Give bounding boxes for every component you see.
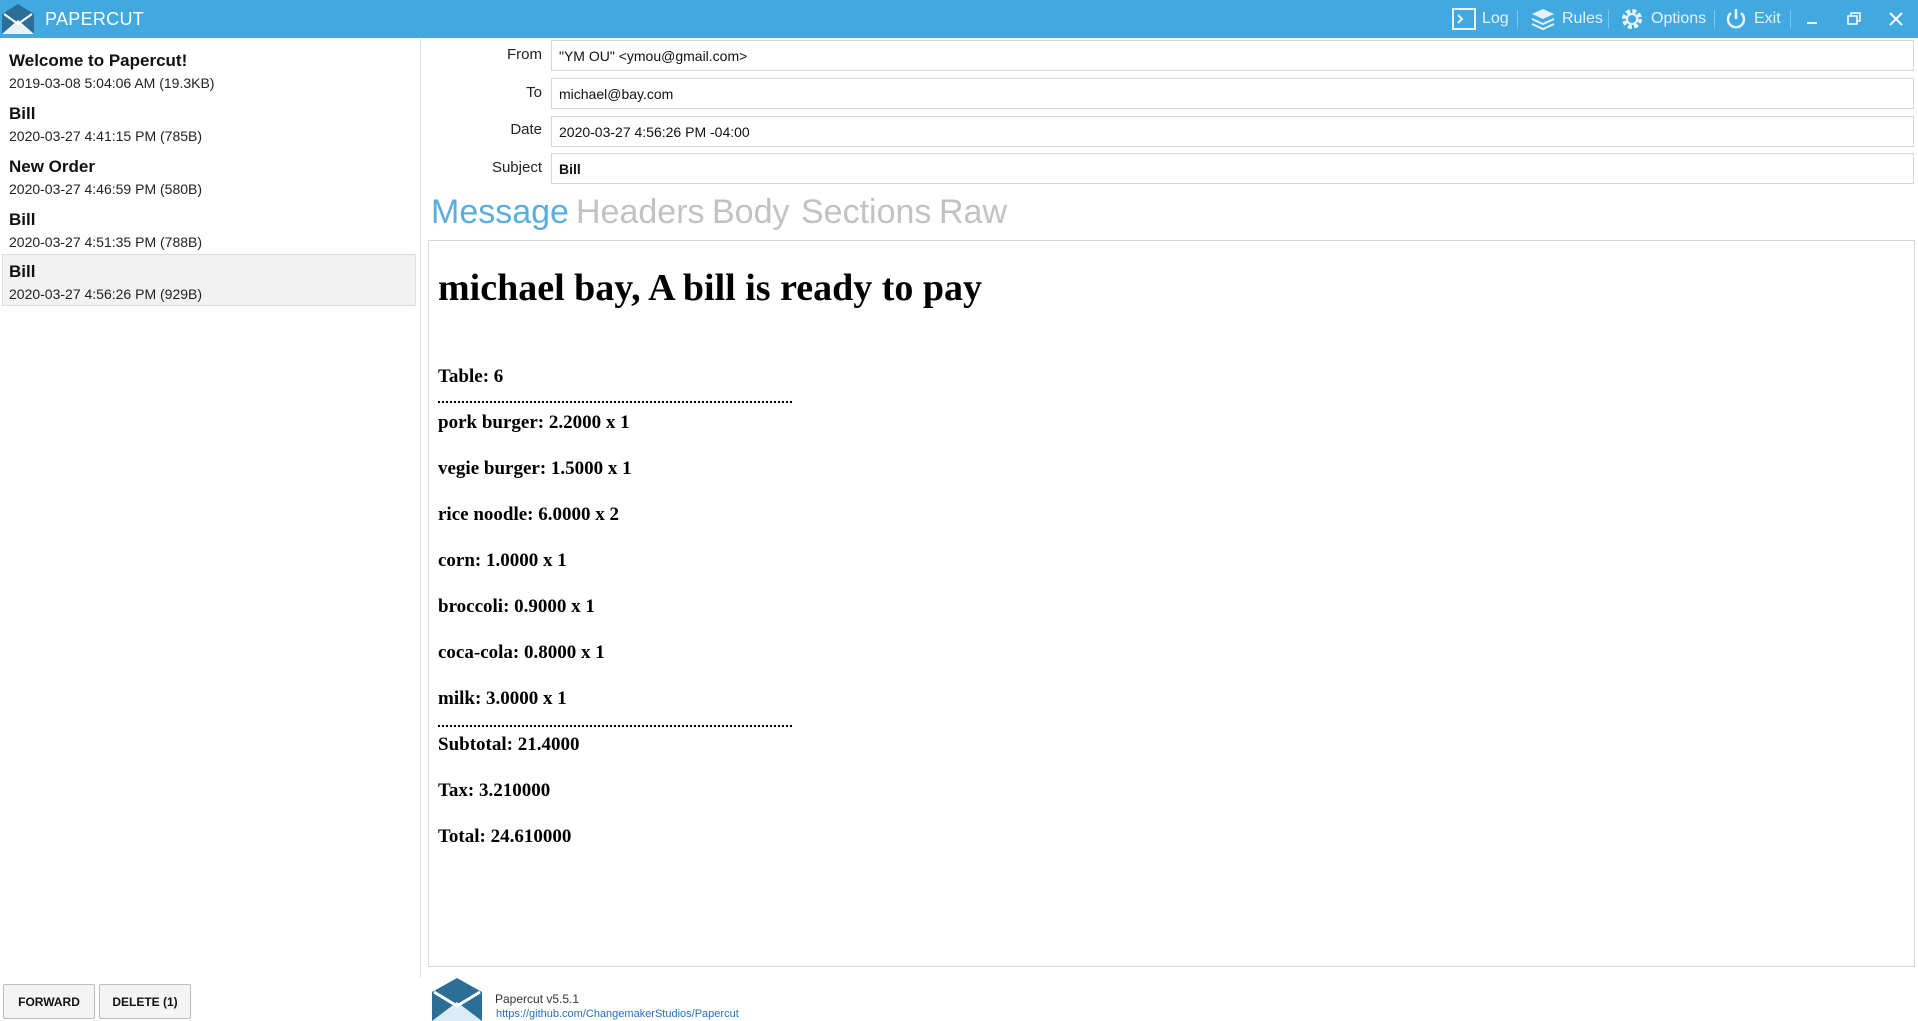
list-item-selected[interactable]: Bill 2020-03-27 4:56:26 PM (929B) [2, 254, 416, 306]
rules-label: Rules [1562, 10, 1603, 27]
total-line: Total: 24.610000 [438, 826, 572, 847]
version-label: Papercut v5.5.1 [495, 992, 580, 1006]
options-label: Options [1651, 10, 1707, 27]
message-meta: 2020-03-27 4:41:15 PM (785B) [9, 128, 203, 144]
tax-line: Tax: 3.210000 [438, 780, 551, 801]
exit-button[interactable]: Exit [1724, 6, 1781, 32]
layers-icon [1531, 9, 1555, 31]
message-meta: 2020-03-27 4:46:59 PM (580B) [9, 181, 203, 197]
message-subject: Bill [9, 210, 36, 229]
date-field[interactable]: 2020-03-27 4:56:26 PM -04:00 [551, 116, 1914, 147]
message-meta: 2020-03-27 4:56:26 PM (929B) [9, 286, 203, 302]
message-subject: Welcome to Papercut! [9, 51, 188, 70]
date-label: Date [510, 121, 542, 138]
exit-label: Exit [1754, 10, 1781, 27]
list-item[interactable]: Welcome to Papercut! 2019-03-08 5:04:06 … [2, 43, 416, 95]
bill-item: rice noodle: 6.0000 x 2 [438, 504, 620, 525]
tab-headers[interactable]: Headers [576, 193, 705, 232]
github-link[interactable]: https://github.com/ChangemakerStudios/Pa… [496, 1008, 739, 1020]
divider [1517, 10, 1518, 28]
subject-label: Subject [491, 159, 542, 176]
message-body: michael bay, A bill is ready to pay Tabl… [428, 240, 1915, 967]
message-meta: 2019-03-08 5:04:06 AM (19.3KB) [9, 75, 215, 91]
dotted-divider [438, 401, 792, 403]
from-label: From [507, 46, 542, 63]
from-field[interactable]: "YM OU" <ymou@gmail.com> [551, 40, 1914, 71]
terminal-icon [1452, 8, 1476, 30]
message-subject: New Order [9, 157, 95, 176]
message-meta: 2020-03-27 4:51:35 PM (788B) [9, 234, 203, 250]
options-button[interactable]: Options [1619, 6, 1706, 32]
to-label: To [526, 84, 542, 101]
list-item[interactable]: Bill 2020-03-27 4:41:15 PM (785B) [2, 96, 416, 148]
close-icon[interactable] [1885, 8, 1907, 30]
dotted-divider [438, 725, 792, 727]
list-item[interactable]: Bill 2020-03-27 4:51:35 PM (788B) [2, 202, 416, 254]
subtotal-line: Subtotal: 21.4000 [438, 734, 580, 755]
bill-item: corn: 1.0000 x 1 [438, 550, 567, 571]
forward-button[interactable]: FORWARD [3, 984, 95, 1019]
divider [1790, 10, 1791, 28]
rules-button[interactable]: Rules [1530, 6, 1603, 32]
title-bar: PAPERCUT Log Rules Options Exit [0, 0, 1918, 38]
tab-message[interactable]: Message [431, 193, 569, 232]
restore-icon[interactable] [1843, 8, 1865, 30]
bill-item: pork burger: 2.2000 x 1 [438, 412, 630, 433]
delete-button[interactable]: DELETE (1) [99, 984, 191, 1019]
list-item[interactable]: New Order 2020-03-27 4:46:59 PM (580B) [2, 149, 416, 201]
papercut-logo-icon [2, 4, 34, 34]
message-list: Welcome to Papercut! 2019-03-08 5:04:06 … [0, 38, 421, 978]
message-subject: Bill [9, 262, 36, 281]
body-heading: michael bay, A bill is ready to pay [438, 267, 983, 309]
app-title: PAPERCUT [45, 9, 145, 29]
log-button[interactable]: Log [1452, 6, 1509, 32]
bill-item: coca-cola: 0.8000 x 1 [438, 642, 605, 663]
minimize-icon[interactable] [1801, 8, 1823, 30]
to-field[interactable]: michael@bay.com [551, 78, 1914, 109]
bill-item: vegie burger: 1.5000 x 1 [438, 458, 632, 479]
power-icon [1726, 9, 1746, 29]
papercut-logo-icon [432, 978, 482, 1021]
tab-sections[interactable]: Sections [801, 193, 931, 232]
from-value: "YM OU" <ymou@gmail.com> [559, 48, 748, 64]
date-value: 2020-03-27 4:56:26 PM -04:00 [559, 124, 750, 140]
divider [1714, 10, 1715, 28]
tab-body[interactable]: Body [712, 193, 790, 232]
tab-raw[interactable]: Raw [939, 193, 1007, 232]
table-line: Table: 6 [438, 366, 504, 387]
bill-item: milk: 3.0000 x 1 [438, 688, 567, 709]
bill-item: broccoli: 0.9000 x 1 [438, 596, 595, 617]
log-label: Log [1482, 10, 1509, 27]
gear-icon [1622, 9, 1642, 29]
to-value: michael@bay.com [559, 86, 674, 102]
message-subject: Bill [9, 104, 36, 123]
subject-value: Bill [559, 161, 581, 177]
divider [1608, 10, 1609, 28]
subject-field[interactable]: Bill [551, 153, 1914, 184]
